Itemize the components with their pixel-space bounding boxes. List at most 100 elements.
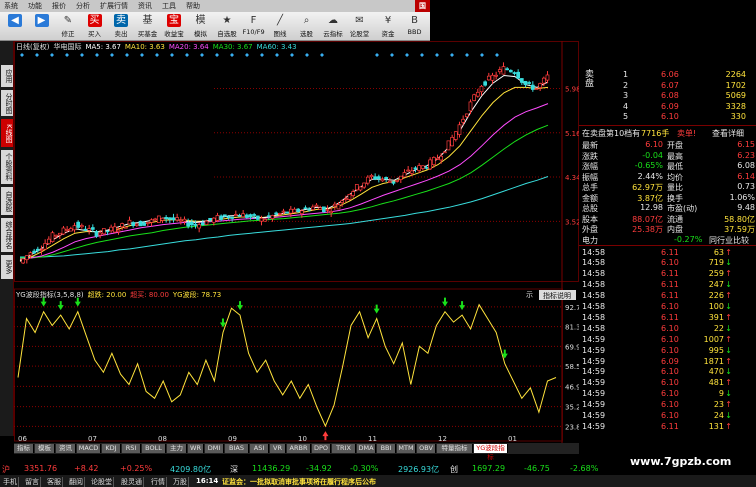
indicator-tab[interactable]: DMA [357,444,376,453]
status-bar-item[interactable]: 股灵通 [120,477,144,487]
toolbar-button-search[interactable]: ⌕ 选股 [296,12,318,41]
indicator-tab[interactable]: WR [188,444,204,453]
indicator-tab[interactable]: 主力 [167,444,187,453]
ma-legend: 日线(复权) 华电国际 MA5: 3.67 MA10: 3.63 MA20: 3.64 M… [16,42,297,51]
indicator-tab[interactable]: OBV [417,444,436,453]
candle-body [406,169,410,172]
toolbar-button-watchlist[interactable]: ★ 自选股 [216,12,238,41]
side-tab[interactable]: 分时图 [1,90,13,116]
status-bar-item[interactable]: 万股 [172,477,189,487]
trade-time: 14:58 [582,312,606,322]
candle-body [123,226,128,229]
candle-body [450,137,454,147]
toolbar-button-forum[interactable]: ✉ 论股堂 [349,12,371,41]
indicator-tab[interactable]: 模板 [35,444,55,453]
status-bar-item[interactable]: 翻阅 [68,477,85,487]
status-bar-item[interactable]: 客服 [46,477,63,487]
menu-item[interactable]: 资讯 [138,2,152,10]
toolbar-button-treasure[interactable]: 宝收益宝 [163,12,185,41]
toolbar-button-f10[interactable]: F F10/F9 [243,12,265,41]
signal-diamond-icon [245,53,249,57]
indicator-tab[interactable]: ASI [250,444,269,453]
indicator-tab[interactable]: 指标 [14,444,34,453]
candle-body [314,204,319,207]
order-info-volume: 7716手 [641,129,670,138]
toolbar-button-bbd[interactable]: B BBD [402,12,428,41]
indicator-tab[interactable]: BIAS [225,444,249,453]
indicator-tab[interactable]: BOLL [142,444,166,453]
toolbar-button-arrow-left[interactable]: ◀ [4,12,26,41]
candle-body [329,211,333,214]
menu-item[interactable]: 分析 [76,2,90,10]
indicator-explain-button[interactable]: 指标说明 [543,291,571,300]
signal-diamond-icon [80,53,84,57]
trade-volume: 247 [708,280,724,290]
indicator-tab[interactable]: YG波段指标 [474,444,508,461]
candle-body [274,212,278,215]
candle-body [21,258,26,264]
indicator-panel-frame [14,288,563,442]
indicator-tick-label: 23.85 [565,423,579,431]
indicator-tab[interactable]: MTM [397,444,416,453]
candle-body [131,222,136,227]
status-bar-item[interactable]: 手机 [2,477,19,487]
status-bar-item[interactable]: 行情 [150,477,167,487]
indicator-tab[interactable]: 资讯 [56,444,76,453]
toolbar-button-lines[interactable]: ╱ 图线 [269,12,291,41]
menu-item[interactable]: 帮助 [186,2,200,10]
toolbar: ◀ ▶ ✎ 修正买买入卖卖出基买基金宝收益宝模模拟 ★ 自选股 F F10/F9 ╱ 图线 ⌕ 选股 ☁… [0,12,430,41]
status-bar-item[interactable]: 论股堂 [90,477,114,487]
menu-item[interactable]: 工具 [162,2,176,10]
candle-body [321,206,326,213]
toolbar-button-arrow-right[interactable]: ▶ [31,12,53,41]
menu-item[interactable]: 报价 [52,2,66,10]
quote-value: 12.98 [640,203,663,212]
candle-body [259,217,264,222]
toolbar-button-funds[interactable]: ¥ 资金 [375,12,401,41]
candle-body [281,210,286,213]
indicator-tab[interactable]: 特量指标 [437,444,473,453]
indicator-tab[interactable]: BBI [377,444,396,453]
status-bar: 手机 留言 客服 翻阅 论股堂 股灵通 行情 万股 16:14 证监会：一批拟取消审批事项将在履行… [0,475,756,487]
side-tab[interactable]: 个股资料 [1,150,13,184]
toolbar-button-buy[interactable]: 买买入 [84,12,106,41]
signal-diamond-icon [215,53,219,57]
toolbar-button-cloud[interactable]: ☁ 云指标 [322,12,344,41]
candle-body [417,165,421,171]
menu-item[interactable]: 扩展行情 [100,2,128,10]
indicator-tab[interactable]: VR [270,444,286,453]
indicator-tab[interactable]: DMI [205,444,224,453]
menu-item[interactable]: 功能 [28,2,42,10]
news-ticker[interactable]: 证监会：一批拟取消审批事项将在履行程序后公布 [222,477,376,487]
trade-volume: 226 [708,291,724,301]
indicator-tab[interactable]: RSI [122,444,141,453]
signal-diamond-icon [435,53,439,57]
signal-diamond-icon [495,53,499,57]
side-tab[interactable]: 综合排名 [1,218,13,252]
signal-diamond-icon [465,53,469,57]
indicator-tab[interactable]: KDJ [102,444,121,453]
indicator-tab-bar: 指标 模板 资讯 MACD KDJ RSI BOLL 主力 WR DMI BIAS ASI VR ARBR… [14,443,579,461]
side-tab[interactable]: 自选股 [1,187,13,215]
side-tab[interactable]: 更多 [1,255,13,279]
candle-body [391,181,396,184]
side-tab[interactable]: 应用 [1,65,13,87]
side-tab[interactable]: K线图 [1,119,13,147]
candle-body [343,198,348,200]
indicator-tab[interactable]: DPO [312,444,331,453]
order-info-detail-link[interactable]: 查看详细 [712,128,744,139]
trade-price: 6.11 [661,291,679,301]
toolbar-button-fund[interactable]: 基买基金 [137,12,159,41]
candle-body [98,232,103,236]
candle-body [442,151,447,154]
indicator-tab[interactable]: MACD [77,444,101,453]
status-bar-item[interactable]: 留言 [24,477,41,487]
quote-label: 量比 [667,183,683,192]
indicator-tab[interactable]: ARBR [287,444,311,453]
toolbar-button-edit[interactable]: ✎ 修正 [57,12,79,41]
toolbar-button-sell[interactable]: 卖卖出 [110,12,132,41]
signal-diamond-icon [320,53,324,57]
indicator-tab[interactable]: TRIX [332,444,356,453]
menu-item[interactable]: 系统 [4,2,18,10]
toolbar-button-simulate[interactable]: 模模拟 [190,12,212,41]
